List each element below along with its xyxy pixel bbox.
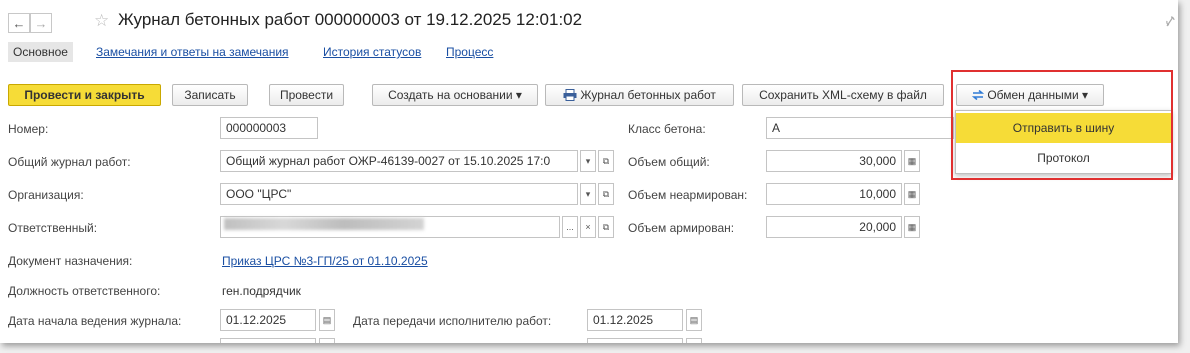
- cut-off-field[interactable]: [220, 338, 316, 343]
- volume-nonreinforced-label: Объем неармирован:: [628, 188, 748, 202]
- calendar-icon[interactable]: [686, 338, 702, 343]
- open-icon[interactable]: ⧉: [598, 150, 614, 172]
- printer-icon: [563, 89, 577, 101]
- save-xml-button[interactable]: Сохранить XML-схему в файл: [742, 84, 944, 106]
- cut-off-field[interactable]: [587, 338, 683, 343]
- volume-total-field[interactable]: 30,000: [766, 150, 902, 172]
- tab-status-history[interactable]: История статусов: [323, 45, 421, 59]
- volume-nonreinforced-field[interactable]: 10,000: [766, 183, 902, 205]
- tab-remarks[interactable]: Замечания и ответы на замечания: [96, 45, 289, 59]
- assignment-doc-link[interactable]: Приказ ЦРС №3-ГП/25 от 01.10.2025: [222, 254, 428, 268]
- create-based-label: Создать на основании: [388, 88, 513, 102]
- position-label: Должность ответственного:: [8, 284, 161, 298]
- concrete-class-label: Класс бетона:: [628, 122, 706, 136]
- tab-process[interactable]: Процесс: [446, 45, 493, 59]
- highlight-frame: [951, 70, 1173, 180]
- volume-reinforced-field[interactable]: 20,000: [766, 216, 902, 238]
- forward-button[interactable]: →: [30, 13, 52, 33]
- chevron-down-icon[interactable]: ▾: [580, 183, 596, 205]
- calculator-icon[interactable]: ▦: [904, 150, 920, 172]
- transfer-date-field[interactable]: 01.12.2025: [587, 309, 683, 331]
- calendar-icon[interactable]: ▤: [686, 309, 702, 331]
- page-title: Журнал бетонных работ 000000003 от 19.12…: [118, 10, 583, 29]
- volume-reinforced-label: Объем армирован:: [628, 221, 735, 235]
- responsible-label: Ответственный:: [8, 221, 98, 235]
- number-label: Номер:: [8, 122, 49, 136]
- calendar-icon[interactable]: [319, 338, 335, 343]
- post-button[interactable]: Провести: [269, 84, 344, 106]
- arrow-left-icon: ←: [12, 15, 26, 31]
- save-button[interactable]: Записать: [172, 84, 248, 106]
- star-icon[interactable]: ☆: [94, 11, 109, 31]
- volume-total-label: Объем общий:: [628, 155, 710, 169]
- calendar-icon[interactable]: ▤: [319, 309, 335, 331]
- chevron-down-icon: ▾: [515, 88, 522, 102]
- open-icon[interactable]: ⧉: [598, 183, 614, 205]
- start-date-label: Дата начала ведения журнала:: [8, 314, 182, 328]
- organization-label: Организация:: [8, 188, 84, 202]
- arrow-right-icon: →: [34, 15, 48, 31]
- calculator-icon[interactable]: ▦: [904, 183, 920, 205]
- open-icon[interactable]: ⧉: [598, 216, 614, 238]
- calculator-icon[interactable]: ▦: [904, 216, 920, 238]
- tab-main[interactable]: Основное: [8, 42, 73, 62]
- print-journal-label: Журнал бетонных работ: [580, 88, 716, 102]
- assignment-doc-label: Документ назначения:: [8, 254, 133, 268]
- clear-icon[interactable]: ×: [580, 216, 596, 238]
- number-field[interactable]: 000000003: [220, 117, 318, 139]
- post-and-close-button[interactable]: Провести и закрыть: [8, 84, 161, 106]
- transfer-date-label: Дата передачи исполнителю работ:: [353, 314, 552, 328]
- general-journal-label: Общий журнал работ:: [8, 155, 131, 169]
- concrete-class-field[interactable]: А: [766, 117, 954, 139]
- link-icon[interactable]: [1164, 14, 1176, 28]
- ellipsis-icon[interactable]: ...: [562, 216, 578, 238]
- chevron-down-icon[interactable]: ▾: [580, 150, 596, 172]
- general-journal-field[interactable]: Общий журнал работ ОЖР-46139-0027 от 15.…: [220, 150, 578, 172]
- position-value: ген.подрядчик: [222, 284, 301, 298]
- organization-field[interactable]: ООО "ЦРС": [220, 183, 578, 205]
- print-journal-button[interactable]: Журнал бетонных работ: [545, 84, 734, 106]
- back-button[interactable]: ←: [8, 13, 30, 33]
- create-based-on-button[interactable]: Создать на основании ▾: [372, 84, 538, 106]
- start-date-field[interactable]: 01.12.2025: [220, 309, 316, 331]
- document-window: ← → ☆ Журнал бетонных работ 000000003 от…: [0, 0, 1178, 343]
- redacted-text: [224, 218, 424, 230]
